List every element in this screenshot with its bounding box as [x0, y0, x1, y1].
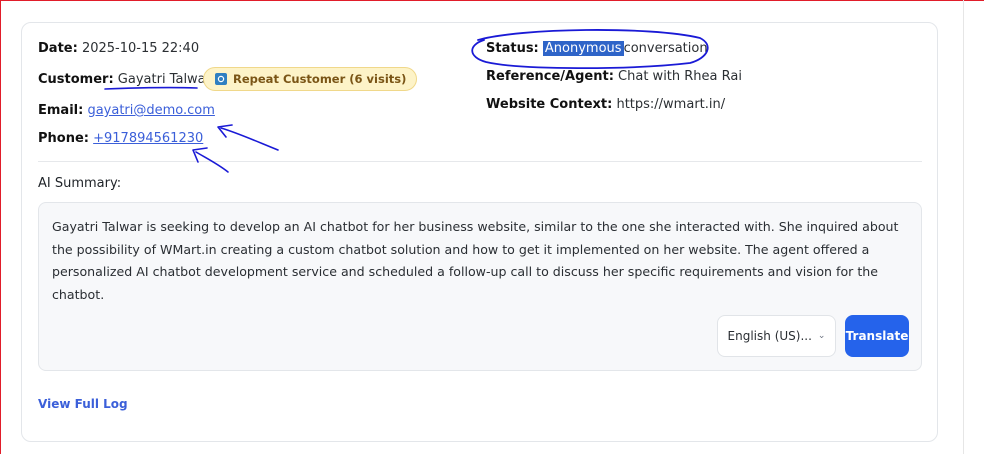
window-left-border: [0, 0, 1, 454]
website-value: https://wmart.in/: [616, 97, 726, 112]
customer-label: Customer:: [38, 72, 114, 87]
phone-link[interactable]: +917894561230: [93, 131, 203, 146]
repeat-icon: [215, 73, 227, 85]
status-label: Status:: [486, 41, 539, 56]
email-row: Email: gayatri@demo.com: [38, 102, 215, 120]
scroll-gutter-divider: [963, 0, 964, 454]
language-selected-value: English (US)...: [727, 329, 812, 343]
phone-row: Phone: +917894561230: [38, 130, 203, 148]
email-link[interactable]: gayatri@demo.com: [87, 103, 214, 118]
ai-summary-box: Gayatri Talwar is seeking to develop an …: [38, 202, 922, 371]
date-value: 2025-10-15 22:40: [81, 41, 200, 56]
website-row: Website Context: https://wmart.in/: [486, 96, 725, 114]
translate-button[interactable]: Translate: [845, 315, 909, 357]
status-row: Status: Anonymous conversation: [486, 40, 708, 58]
status-rest: conversation: [623, 41, 708, 56]
status-highlight: Anonymous: [542, 41, 624, 56]
repeat-customer-badge: Repeat Customer (6 visits): [203, 67, 418, 91]
email-label: Email:: [38, 103, 84, 118]
phone-label: Phone:: [38, 131, 89, 146]
customer-row: Customer: Gayatri Talwar: [38, 71, 211, 89]
date-row: Date: 2025-10-15 22:40: [38, 40, 199, 58]
reference-label: Reference/Agent:: [486, 69, 614, 84]
reference-row: Reference/Agent: Chat with Rhea Rai: [486, 68, 742, 86]
date-label: Date:: [38, 41, 78, 56]
view-full-log-link[interactable]: View Full Log: [38, 397, 128, 411]
repeat-badge-label: Repeat Customer (6 visits): [233, 72, 407, 86]
customer-name: Gayatri Talwar: [117, 72, 211, 87]
ai-summary-title: AI Summary:: [38, 176, 122, 191]
website-label: Website Context:: [486, 97, 613, 112]
ai-summary-text: Gayatri Talwar is seeking to develop an …: [52, 219, 899, 302]
chevron-down-icon: ⌄: [817, 331, 826, 341]
reference-value: Chat with Rhea Rai: [618, 69, 742, 84]
section-divider: [38, 161, 922, 162]
language-select[interactable]: English (US)... ⌄: [717, 315, 836, 357]
window-top-border: [0, 0, 984, 1]
